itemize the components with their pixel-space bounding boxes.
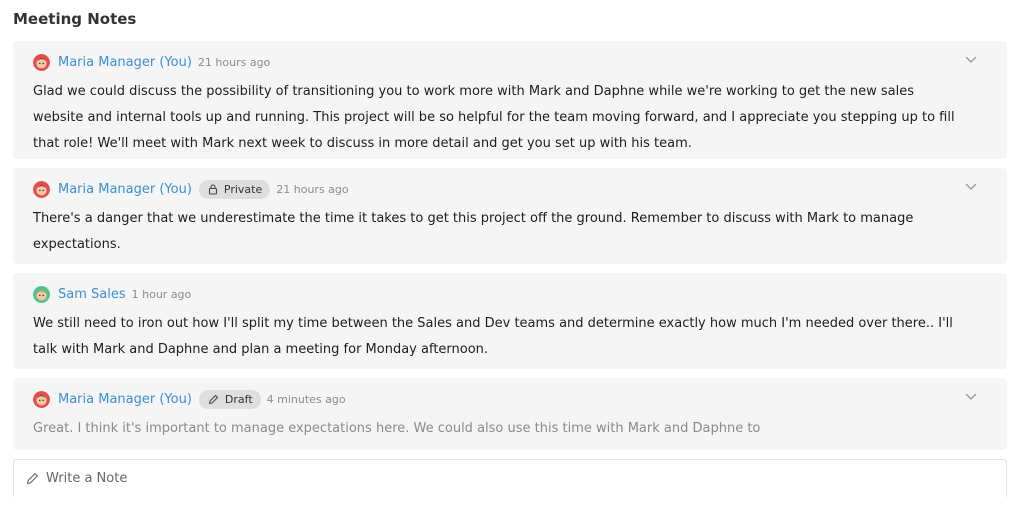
note-header: Maria Manager (You) Draft 4 minutes ago [33,389,967,409]
note-author-link[interactable]: Sam Sales [58,287,126,302]
pencil-icon [26,473,38,485]
note-card[interactable]: Sam Sales 1 hour ago We still need to ir… [13,273,1007,369]
note-timestamp: 1 hour ago [131,287,192,301]
note-header: Sam Sales 1 hour ago [33,284,967,304]
note-card[interactable]: Maria Manager (You) 21 hours ago Glad we… [13,41,1007,159]
note-author-link[interactable]: Maria Manager (You) [58,55,192,70]
badge-label: Private [223,182,263,196]
chevron-down-icon[interactable] [965,56,977,64]
note-author-link[interactable]: Maria Manager (You) [58,392,192,407]
draft-badge: Draft [198,389,261,409]
chevron-down-icon[interactable] [965,393,977,401]
note-card-draft[interactable]: Maria Manager (You) Draft 4 minutes ago … [13,378,1007,450]
note-timestamp: 4 minutes ago [266,392,346,406]
note-timestamp: 21 hours ago [276,182,349,196]
note-text-draft: Great. I think it's important to manage … [33,421,761,436]
note-text: Glad we could discuss the possibility of… [33,84,955,151]
note-timestamp: 21 hours ago [197,55,271,69]
pencil-icon [208,394,218,404]
write-note-input[interactable]: Write a Note [13,459,1007,497]
note-header: Maria Manager (You) 21 hours ago [33,52,967,72]
badge-label: Draft [224,392,253,406]
maria-avatar [33,180,50,198]
maria-avatar [33,390,50,408]
write-note-placeholder: Write a Note [46,471,128,486]
note-card[interactable]: Maria Manager (You) Private 21 hours ago… [13,168,1007,264]
sam-avatar [33,285,50,303]
section-title: Meeting Notes [13,10,137,28]
private-badge: Private [198,179,271,199]
lock-icon [208,183,217,195]
note-text: There's a danger that we underestimate t… [33,211,914,252]
note-text: We still need to iron out how I'll split… [33,316,953,357]
meeting-notes-panel: Meeting Notes Maria Manager (You) 21 hou… [0,0,1024,505]
note-header: Maria Manager (You) Private 21 hours ago [33,179,967,199]
note-author-link[interactable]: Maria Manager (You) [58,182,192,197]
chevron-down-icon[interactable] [965,183,977,191]
maria-avatar [33,53,50,71]
